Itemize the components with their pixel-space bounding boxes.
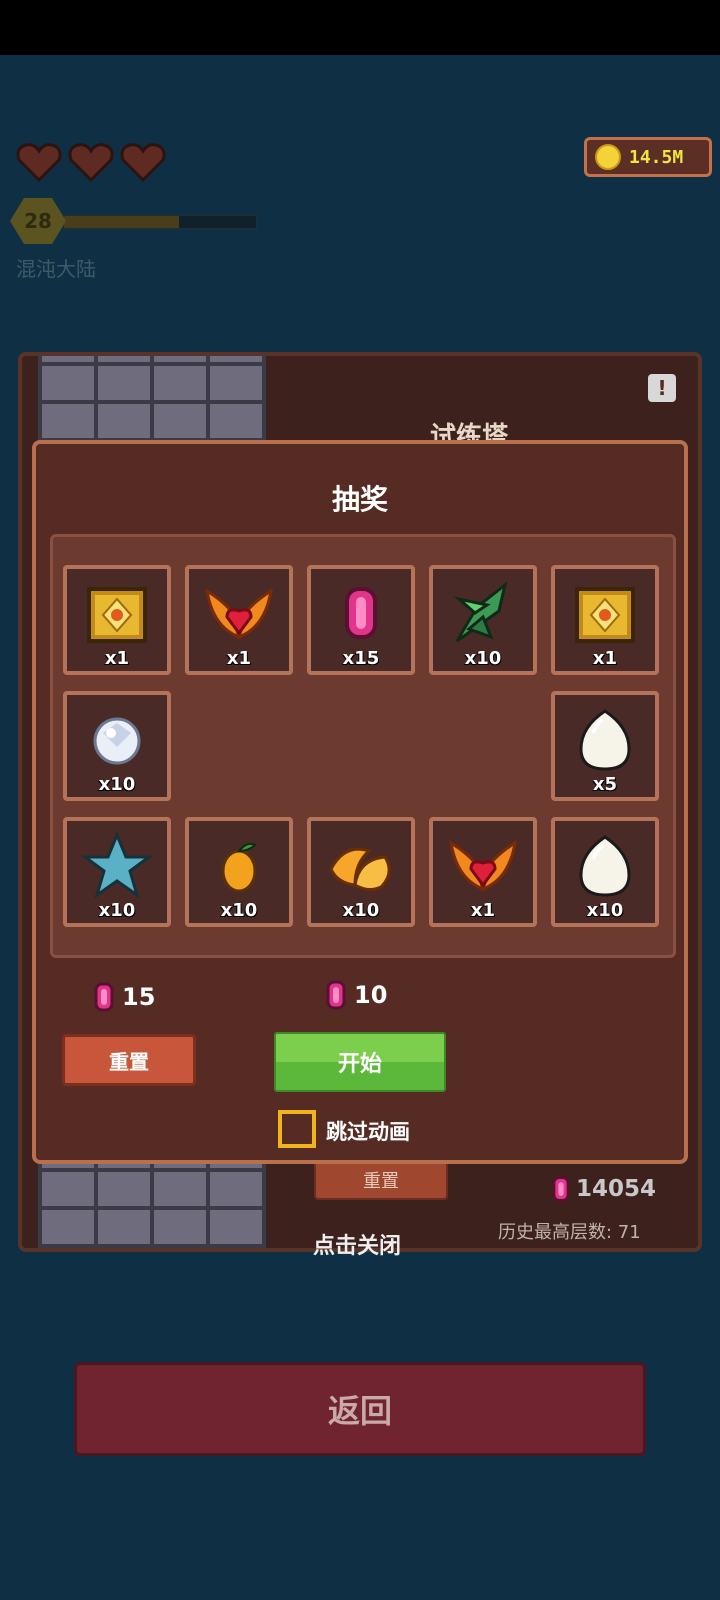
heart-icon [68,143,114,182]
pink-gem-icon [326,980,346,1010]
dialog-title: 抽奖 [331,483,388,516]
prize-slot: x1 [429,817,537,927]
start-cost: 10 [326,980,387,1010]
xp-bar-fill [64,216,180,228]
prize-slot: x1 [551,565,659,675]
golden-chest-icon [569,577,641,649]
gem-total: 14054 [552,1176,656,1202]
prize-slot: x10 [63,691,171,801]
crystal-orb-icon [81,703,153,775]
prize-slot: x10 [185,817,293,927]
winged-heart-icon [447,829,519,901]
white-egg-icon [569,829,641,901]
blue-star-icon [80,829,154,901]
reset-cost: 15 [94,982,155,1012]
green-leaf-icon [447,577,519,649]
prize-quantity: x1 [470,900,496,921]
prize-slot: x15 [307,565,415,675]
xp-bar [62,214,258,230]
gem-total-value: 14054 [576,1176,657,1202]
prize-quantity: x10 [220,900,258,921]
history-best: 历史最高层数: 71 [498,1222,641,1243]
prize-quantity: x10 [342,900,380,921]
info-icon[interactable]: ! [648,374,676,402]
coin-amount: 14.5M [629,146,684,168]
region-name: 混沌大陆 [16,257,96,281]
prize-slot: x1 [185,565,293,675]
prize-quantity: x15 [342,648,380,669]
pink-gem-icon [94,982,114,1012]
skip-animation-checkbox[interactable] [278,1110,316,1148]
lottery-dialog: 抽奖 x1 x1 x15 x10 x1 x10 x5 x10 x10 x10 x1 x10 15 重置… [32,440,688,1164]
heart-icon [120,143,166,182]
prize-quantity: x10 [464,648,502,669]
start-button[interactable]: 开始 [274,1032,446,1092]
winged-heart-icon [203,577,275,649]
prize-slot: x10 [551,817,659,927]
tower-reset-button[interactable]: 重置 [314,1160,448,1200]
prize-slot: x10 [307,817,415,927]
reset-button[interactable]: 重置 [62,1034,196,1086]
close-hint[interactable]: 点击关闭 [313,1228,401,1260]
prize-slot: x5 [551,691,659,801]
skip-animation-label[interactable]: 跳过动画 [326,1116,410,1146]
prize-quantity: x1 [592,648,618,669]
prize-quantity: x1 [104,648,130,669]
prize-slot: x10 [63,817,171,927]
back-button[interactable]: 返回 [74,1362,646,1456]
pink-gem-icon [552,1176,570,1202]
golden-chest-icon [81,577,153,649]
prize-slot: x1 [63,565,171,675]
pink-gem-icon [325,577,397,649]
reset-cost-value: 15 [122,983,156,1011]
mango-icon [203,829,275,901]
prize-quantity: x10 [586,900,624,921]
hearts-row [16,142,166,182]
prize-slot: x10 [429,565,537,675]
prize-quantity: x1 [226,648,252,669]
heart-icon [16,143,62,182]
prize-quantity: x5 [592,774,618,795]
start-cost-value: 10 [354,981,388,1009]
prize-quantity: x10 [98,774,136,795]
coin-icon [595,144,621,170]
coin-counter[interactable]: 14.5M [584,137,712,177]
orange-slices-icon [325,829,397,901]
prize-grid: x1 x1 x15 x10 x1 x10 x5 x10 x10 x10 x1 x10 [50,534,676,958]
tower-wall-top [38,356,266,442]
prize-quantity: x10 [98,900,136,921]
tower-wall-bottom [38,1162,266,1248]
status-bar [0,0,720,55]
white-egg-icon [569,703,641,775]
